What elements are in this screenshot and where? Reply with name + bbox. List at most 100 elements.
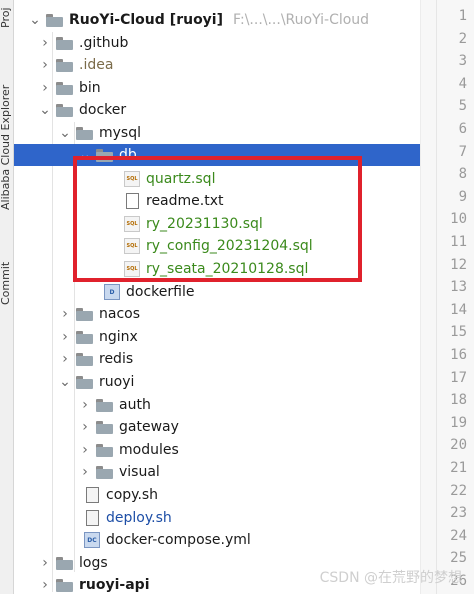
- line-number: 11: [450, 234, 467, 250]
- chevron-right-icon[interactable]: ›: [58, 326, 72, 348]
- tree-item-modules[interactable]: › modules: [78, 439, 420, 461]
- tree-item-ruoyi[interactable]: ⌄ ruoyi: [58, 371, 420, 393]
- docker-compose-icon: DC: [84, 532, 100, 548]
- chevron-right-icon[interactable]: ›: [58, 303, 72, 325]
- folder-icon: [56, 36, 73, 50]
- tree-item-idea[interactable]: › .idea: [38, 54, 420, 76]
- editor-line-gutter: 1 2 3 4 5 6 7 8 9 10 11 12 13 14 15 16 17 18 19 20 21 22 23 24 2…: [420, 0, 474, 594]
- folder-icon: [76, 375, 93, 389]
- tree-item-deploy-sh[interactable]: deploy.sh: [80, 507, 420, 529]
- tree-item-label: logs: [79, 555, 108, 571]
- project-tree: ⌄ RuoYi-Cloud [ruoyi] F:\...\...\RuoYi-C…: [14, 0, 420, 594]
- line-number: 2: [458, 30, 467, 47]
- chevron-down-icon[interactable]: ⌄: [38, 99, 52, 121]
- folder-icon: [96, 398, 113, 412]
- line-number: 19: [450, 414, 467, 431]
- shell-script-icon: [84, 487, 100, 503]
- line-number: 18: [450, 392, 467, 409]
- tree-item-label: dockerfile: [126, 284, 195, 300]
- tree-item-redis[interactable]: › redis: [58, 348, 420, 370]
- root-folder-label: RuoYi-Cloud: [69, 12, 165, 28]
- tree-item-label: modules: [119, 442, 179, 458]
- tree-item-label: nginx: [99, 329, 138, 345]
- chevron-right-icon[interactable]: ›: [78, 461, 92, 483]
- chevron-right-icon[interactable]: ›: [38, 77, 52, 99]
- tree-item-label: docker: [79, 102, 127, 118]
- tree-item-bin[interactable]: › bin: [38, 77, 420, 99]
- folder-icon: [76, 307, 93, 321]
- line-number: 1: [458, 8, 467, 24]
- tree-item-mysql[interactable]: ⌄ mysql: [58, 122, 420, 144]
- module-name: [ruoyi]: [169, 12, 224, 28]
- line-number: 17: [450, 369, 467, 386]
- folder-icon: [76, 352, 93, 366]
- alibaba-cloud-explorer-tab[interactable]: Alibaba Cloud Explorer: [0, 85, 12, 210]
- chevron-right-icon[interactable]: ›: [38, 552, 52, 574]
- tree-item-label: gateway: [119, 419, 179, 435]
- line-number: 21: [450, 460, 467, 476]
- tree-item-label: auth: [119, 397, 151, 413]
- line-number: 23: [450, 505, 467, 522]
- line-number: 25: [450, 550, 467, 567]
- shell-script-icon: [84, 510, 100, 526]
- tree-item-gateway[interactable]: › gateway: [78, 416, 420, 438]
- chevron-right-icon[interactable]: ›: [38, 54, 52, 76]
- chevron-right-icon[interactable]: ›: [78, 439, 92, 461]
- chevron-right-icon[interactable]: ›: [38, 574, 52, 594]
- module-folder-icon: [46, 13, 63, 27]
- line-number: 5: [458, 98, 467, 115]
- line-number: 14: [450, 301, 467, 318]
- tree-item-label: copy.sh: [106, 487, 159, 503]
- line-number: 3: [458, 53, 467, 70]
- tree-root-row[interactable]: ⌄ RuoYi-Cloud [ruoyi] F:\...\...\RuoYi-C…: [28, 9, 420, 31]
- csdn-watermark: CSDN @在荒野的梦想: [319, 570, 462, 586]
- tree-item-label: bin: [79, 80, 101, 96]
- side-tool-strip: Proj Alibaba Cloud Explorer Commit: [0, 0, 14, 594]
- folder-icon: [56, 103, 73, 117]
- line-number: 22: [450, 482, 467, 499]
- tree-item-docker[interactable]: ⌄ docker: [38, 99, 420, 121]
- line-number: 20: [450, 437, 467, 454]
- tree-item-label: .idea: [79, 57, 114, 73]
- folder-icon: [96, 443, 113, 457]
- tree-item-label: ruoyi: [99, 374, 135, 390]
- folder-icon: [56, 58, 73, 72]
- line-number: 9: [458, 188, 467, 205]
- root-path-hint: F:\...\...\RuoYi-Cloud: [233, 12, 370, 28]
- folder-icon: [76, 330, 93, 344]
- commit-tab[interactable]: Commit: [0, 262, 12, 305]
- tree-item-docker-compose[interactable]: DC docker-compose.yml: [80, 529, 420, 551]
- line-number: 8: [458, 166, 467, 183]
- line-number: 13: [450, 279, 467, 296]
- line-number: 15: [450, 324, 467, 341]
- tree-item-label: redis: [99, 351, 134, 367]
- tree-item-dockerfile[interactable]: D dockerfile: [100, 281, 420, 303]
- tree-item-nacos[interactable]: › nacos: [58, 303, 420, 325]
- tree-item-visual[interactable]: › visual: [78, 461, 420, 483]
- chevron-down-icon[interactable]: ⌄: [58, 371, 72, 393]
- tree-item-label: .github: [79, 35, 129, 51]
- tree-item-label: ruoyi-api: [79, 577, 150, 593]
- module-folder-icon: [56, 578, 73, 592]
- chevron-right-icon[interactable]: ›: [58, 348, 72, 370]
- tree-item-github[interactable]: › .github: [38, 32, 420, 54]
- line-number: 10: [450, 211, 467, 228]
- tree-item-auth[interactable]: › auth: [78, 394, 420, 416]
- folder-icon: [96, 465, 113, 479]
- tree-item-copy-sh[interactable]: copy.sh: [80, 484, 420, 506]
- tree-item-nginx[interactable]: › nginx: [58, 326, 420, 348]
- folder-icon: [56, 81, 73, 95]
- line-number: 4: [458, 75, 467, 92]
- chevron-down-icon[interactable]: ⌄: [58, 122, 72, 144]
- tree-item-label: mysql: [99, 125, 141, 141]
- chevron-right-icon[interactable]: ›: [78, 394, 92, 416]
- tree-item-label: docker-compose.yml: [106, 532, 251, 548]
- docker-file-icon: D: [104, 284, 120, 300]
- project-tool-tab[interactable]: Proj: [0, 7, 12, 28]
- folder-icon: [56, 556, 73, 570]
- chevron-down-icon[interactable]: ⌄: [28, 9, 42, 31]
- chevron-right-icon[interactable]: ›: [78, 416, 92, 438]
- tree-item-label: nacos: [99, 306, 141, 322]
- chevron-right-icon[interactable]: ›: [38, 32, 52, 54]
- tree-item-label: visual: [119, 464, 160, 480]
